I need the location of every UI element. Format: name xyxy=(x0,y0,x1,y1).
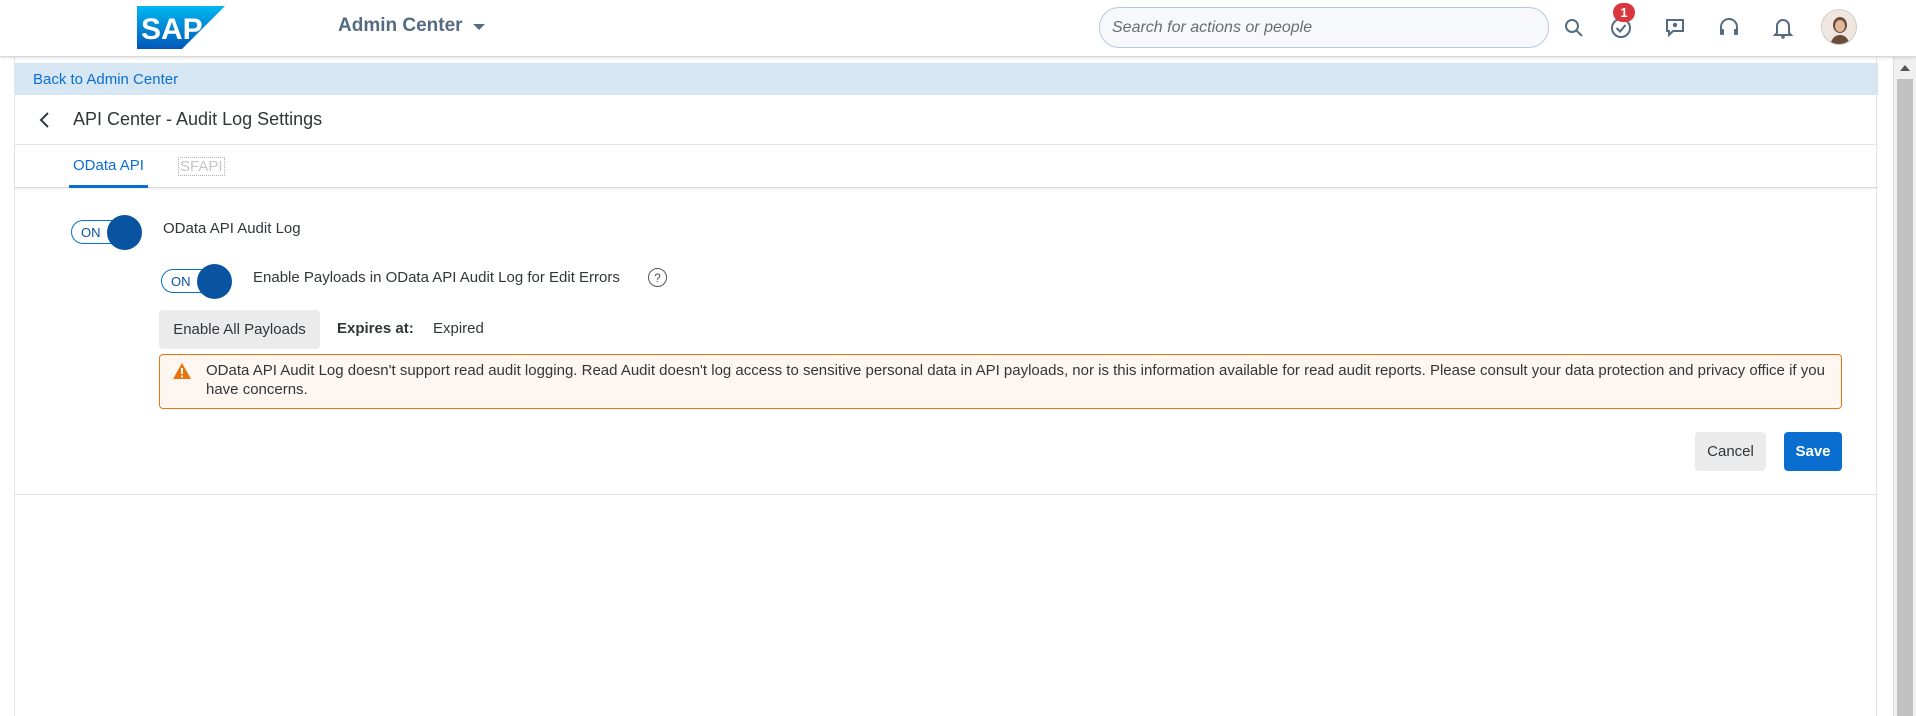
section-divider xyxy=(15,494,1878,495)
tab-odata-api[interactable]: OData API xyxy=(69,145,148,188)
toggle-state-label: ON xyxy=(81,225,101,240)
page-content: Back to Admin Center API Center - Audit … xyxy=(14,57,1878,716)
search-icon[interactable] xyxy=(1557,11,1591,45)
headset-icon[interactable] xyxy=(1712,11,1746,45)
vertical-scrollbar[interactable] xyxy=(1893,57,1916,716)
bell-icon[interactable] xyxy=(1766,11,1800,45)
warning-message-strip: OData API Audit Log doesn't support read… xyxy=(159,354,1842,409)
back-to-admin-center-link[interactable]: Back to Admin Center xyxy=(33,71,178,88)
expires-at-label: Expires at: xyxy=(337,320,414,337)
cancel-button[interactable]: Cancel xyxy=(1695,432,1766,471)
sap-logo[interactable]: SAP xyxy=(137,6,225,49)
odata-audit-log-toggle[interactable]: ON xyxy=(71,215,143,250)
scroll-thumb[interactable] xyxy=(1897,79,1913,716)
enable-payloads-label: Enable Payloads in OData API Audit Log f… xyxy=(253,269,620,286)
svg-text:SAP: SAP xyxy=(141,13,203,46)
tab-sfapi[interactable]: SFAPI xyxy=(178,157,225,176)
app-title-menu[interactable]: Admin Center xyxy=(338,15,485,37)
expires-at-value: Expired xyxy=(433,320,484,337)
search-input[interactable] xyxy=(1099,7,1549,48)
back-arrow-icon[interactable] xyxy=(33,108,57,132)
people-chat-icon[interactable] xyxy=(1658,11,1692,45)
enable-payloads-toggle[interactable]: ON xyxy=(161,264,233,299)
shell-bar: SAP Admin Center 1 xyxy=(0,0,1916,57)
toggle-knob xyxy=(107,215,142,250)
warning-text: OData API Audit Log doesn't support read… xyxy=(206,362,1825,398)
toggle-knob xyxy=(197,264,232,299)
tab-bar: OData API SFAPI xyxy=(15,145,1878,188)
notification-badge: 1 xyxy=(1613,3,1635,22)
enable-all-payloads-button[interactable]: Enable All Payloads xyxy=(159,310,320,349)
toggle-state-label: ON xyxy=(171,274,191,289)
back-bar: Back to Admin Center xyxy=(15,63,1878,95)
chevron-down-icon xyxy=(472,24,485,30)
app-title: Admin Center xyxy=(338,15,463,36)
page-title: API Center - Audit Log Settings xyxy=(73,109,323,129)
save-button[interactable]: Save xyxy=(1784,432,1842,471)
title-bar: API Center - Audit Log Settings xyxy=(15,95,1878,145)
warning-icon xyxy=(173,363,191,379)
odata-audit-log-label: OData API Audit Log xyxy=(163,220,301,237)
scroll-up-arrow-icon[interactable] xyxy=(1900,65,1910,71)
help-icon[interactable]: ? xyxy=(648,268,667,287)
avatar[interactable] xyxy=(1821,9,1857,45)
